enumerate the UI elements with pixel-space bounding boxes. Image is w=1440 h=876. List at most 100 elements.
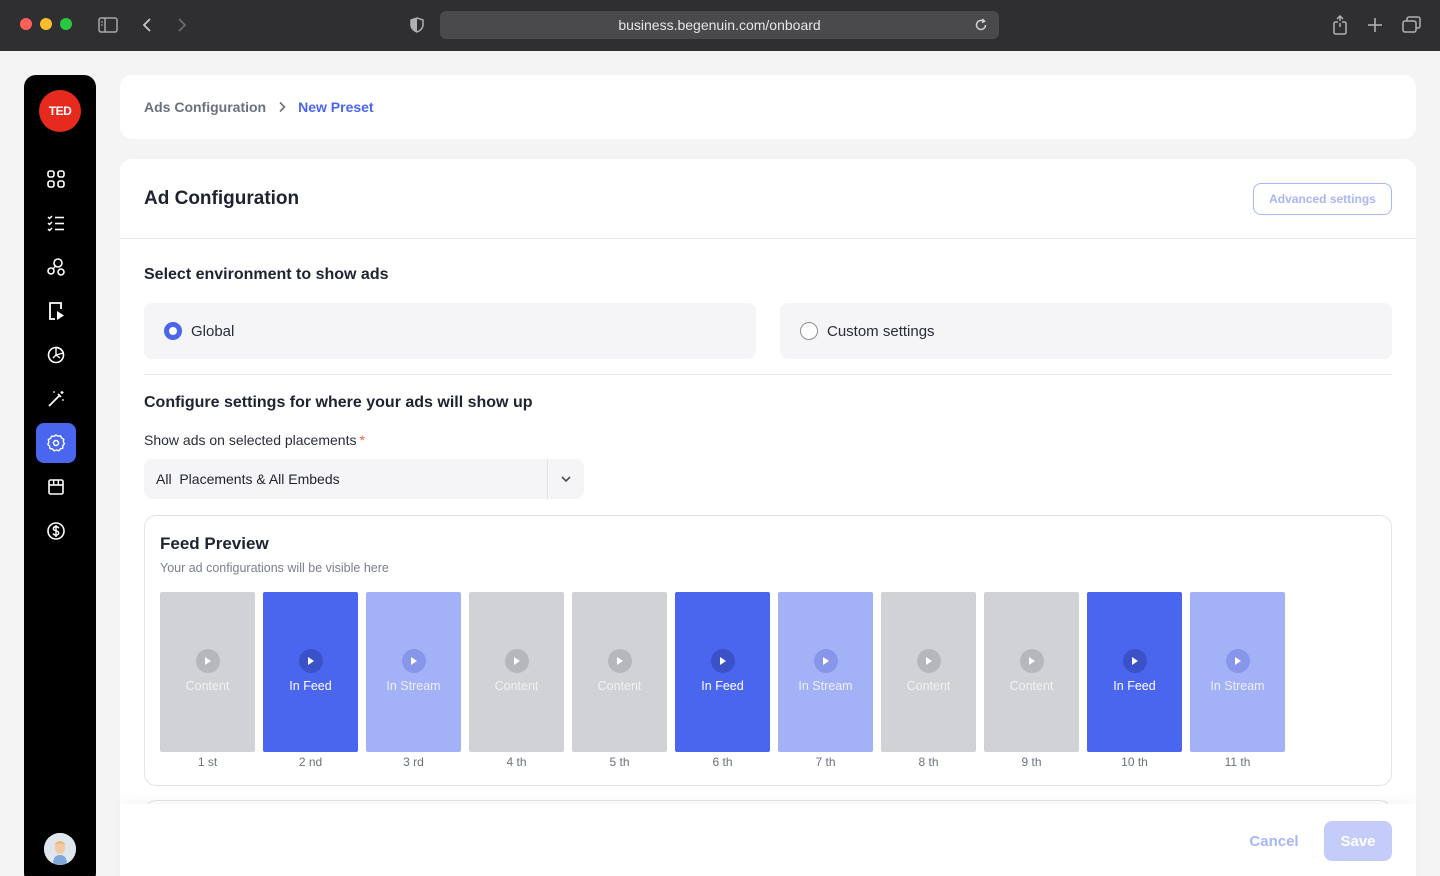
feed-preview-title: Feed Preview (160, 534, 269, 553)
tile-position: 5 th (609, 755, 630, 769)
sidebar-item-communities[interactable] (36, 247, 76, 287)
feed-tile-in-feed: In Feed (1087, 592, 1182, 752)
user-avatar[interactable] (44, 833, 76, 865)
tile-label: Content (1009, 679, 1054, 693)
feed-slot: In Stream 3 rd (366, 592, 461, 769)
close-window-button[interactable] (20, 18, 32, 30)
tile-label: In Feed (1113, 679, 1156, 693)
minimize-window-button[interactable] (40, 18, 52, 30)
play-icon (1122, 649, 1147, 673)
gear-icon (47, 434, 66, 452)
sidebar-item-settings[interactable] (36, 423, 76, 463)
placements-section-title: Configure settings for where your ads wi… (144, 394, 533, 411)
tile-position: 1 st (197, 755, 218, 769)
play-icon (401, 649, 426, 673)
sidebar-item-tasks[interactable] (36, 203, 76, 243)
feed-tile-content: Content (984, 592, 1079, 752)
save-button[interactable]: Save (1324, 821, 1392, 861)
sidebar-item-videos[interactable] (36, 291, 76, 331)
play-icon (813, 649, 838, 673)
sidebar-item-analytics[interactable] (36, 335, 76, 375)
address-bar[interactable]: business.begenuin.com/onboard (440, 11, 999, 39)
feed-slot: Content 4 th (469, 592, 564, 769)
back-icon[interactable] (135, 13, 159, 37)
sidebar-item-creative[interactable] (36, 379, 76, 419)
feed-tile-in-stream: In Stream (1190, 592, 1285, 752)
required-asterisk: * (359, 432, 365, 448)
play-icon (195, 649, 220, 673)
advanced-settings-button[interactable]: Advanced settings (1253, 183, 1392, 215)
tab-overview-icon[interactable] (1400, 13, 1424, 37)
play-icon (607, 649, 632, 673)
feed-tile-content: Content (469, 592, 564, 752)
tile-position: 9 th (1021, 755, 1042, 769)
feed-slot: In Stream 7 th (778, 592, 873, 769)
feed-slot: Content 1 st (160, 592, 255, 769)
forward-icon[interactable] (170, 13, 194, 37)
tile-label: Content (597, 679, 642, 693)
placements-field-label: Show ads on selected placements * (144, 432, 365, 448)
tile-position: 6 th (712, 755, 733, 769)
analytics-icon (47, 346, 65, 364)
maximize-window-button[interactable] (60, 18, 72, 30)
tile-position: 11 th (1224, 755, 1251, 769)
app-sidebar: TED (24, 75, 96, 876)
feed-tile-in-stream: In Stream (778, 592, 873, 752)
sidebar-item-monetization[interactable] (36, 511, 76, 551)
environment-option-label: Custom settings (827, 322, 935, 340)
reload-icon[interactable] (971, 15, 991, 35)
store-icon (48, 479, 64, 495)
play-icon (1225, 649, 1250, 673)
tile-label: In Feed (289, 679, 332, 693)
sidebar-item-store[interactable] (36, 467, 76, 507)
divider (120, 238, 1416, 239)
tile-position: 7 th (815, 755, 836, 769)
cancel-button[interactable]: Cancel (1240, 821, 1308, 861)
feed-slot: In Feed 10 th (1087, 592, 1182, 769)
placements-label-text: Show ads on selected placements (144, 432, 357, 448)
magic-wand-icon (48, 391, 64, 407)
radio-checked-icon[interactable] (164, 322, 182, 340)
breadcrumb-ads-configuration[interactable]: Ads Configuration (144, 99, 266, 115)
tile-label: Content (185, 679, 230, 693)
tile-position: 4 th (506, 755, 527, 769)
chevron-down-icon[interactable] (548, 459, 584, 499)
share-icon[interactable] (1328, 13, 1352, 37)
community-icon (47, 258, 65, 276)
tile-label: In Stream (1210, 679, 1265, 693)
video-file-icon (49, 302, 64, 320)
checklist-icon (47, 215, 64, 232)
form-footer (120, 804, 1416, 876)
page-title: Ad Configuration (144, 188, 300, 209)
feed-tile-content: Content (160, 592, 255, 752)
url-text: business.begenuin.com/onboard (618, 17, 821, 33)
tile-label: In Stream (386, 679, 441, 693)
tile-label: In Feed (701, 679, 744, 693)
tile-label: Content (494, 679, 539, 693)
new-tab-icon[interactable] (1363, 13, 1387, 37)
sidebar-item-dashboard[interactable] (36, 159, 76, 199)
sidebar-toggle-icon[interactable] (96, 13, 120, 37)
radio-unchecked-icon[interactable] (800, 322, 818, 340)
environment-option-label: Global (191, 322, 235, 340)
dollar-icon (47, 522, 65, 540)
feed-tile-content: Content (572, 592, 667, 752)
feed-preview: Feed Preview Your ad configurations will… (144, 515, 1392, 786)
feed-tile-in-stream: In Stream (366, 592, 461, 752)
ad-configuration-card: Ad Configuration Advanced settings Selec… (120, 159, 1416, 876)
placements-select[interactable]: All Placements & All Embeds (144, 459, 584, 499)
environment-option-global[interactable]: Global (144, 303, 756, 359)
feed-slot: Content 9 th (984, 592, 1079, 769)
shield-icon[interactable] (405, 13, 429, 37)
play-icon (1019, 649, 1044, 673)
breadcrumb: Ads Configuration New Preset (120, 75, 1416, 139)
tile-position: 8 th (918, 755, 939, 769)
feed-slot: Content 5 th (572, 592, 667, 769)
environment-option-custom[interactable]: Custom settings (780, 303, 1392, 359)
tile-position: 2 nd (298, 755, 323, 769)
ted-logo[interactable]: TED (39, 90, 81, 132)
feed-tiles: Content 1 st In Feed 2 nd In Stream 3 rd (160, 592, 1285, 769)
browser-toolbar: business.begenuin.com/onboard (0, 0, 1440, 51)
feed-tile-in-feed: In Feed (263, 592, 358, 752)
feed-slot: In Feed 6 th (675, 592, 770, 769)
